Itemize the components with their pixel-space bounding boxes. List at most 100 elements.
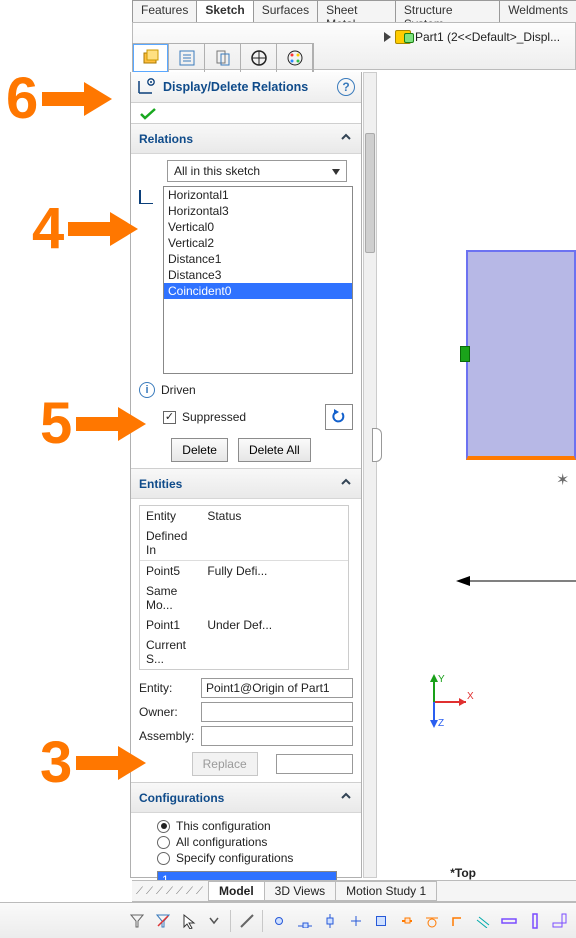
snap-horizontal-icon[interactable] xyxy=(499,910,519,932)
replace-field[interactable] xyxy=(276,754,353,774)
annotation-4: 4 xyxy=(32,200,128,258)
dimension-leader xyxy=(456,572,576,590)
collapse-icon[interactable] xyxy=(339,130,353,147)
help-icon[interactable]: ? xyxy=(337,78,355,96)
scrollbar[interactable] xyxy=(363,72,377,878)
relations-icon xyxy=(137,78,157,96)
pm-tab-property[interactable] xyxy=(169,44,205,72)
entities-table[interactable]: Entity Status Defined In Point5 Fully De… xyxy=(139,505,349,670)
relations-list[interactable]: Horizontal1 Horizontal3 Vertical0 Vertic… xyxy=(163,186,353,374)
panel-splitter[interactable] xyxy=(372,428,382,462)
snap-intersection-icon[interactable] xyxy=(371,910,391,932)
delete-button[interactable]: Delete xyxy=(171,438,228,462)
snap-perp-icon[interactable] xyxy=(448,910,468,932)
list-item[interactable]: Vertical0 xyxy=(164,219,352,235)
scroll-thumb[interactable] xyxy=(365,133,375,253)
filter-icon[interactable] xyxy=(128,910,148,932)
feature-tree-row[interactable]: Part1 (2<<Default>_Displ... xyxy=(384,30,560,44)
svg-text:X: X xyxy=(467,691,474,702)
radio-all-config[interactable]: All configurations xyxy=(157,835,353,849)
relation-glyph[interactable] xyxy=(460,346,470,362)
relations-scope-dropdown[interactable]: All in this sketch xyxy=(167,160,347,182)
tab-sketch[interactable]: Sketch xyxy=(196,0,253,22)
tab-structure-system[interactable]: Structure System xyxy=(395,0,500,22)
collapse-icon[interactable] xyxy=(339,789,353,806)
feature-tree-label[interactable]: Part1 (2<<Default>_Displ... xyxy=(415,30,560,44)
radio-all-label: All configurations xyxy=(176,835,267,849)
col-entity: Entity xyxy=(140,506,198,526)
snap-quadrant-icon[interactable] xyxy=(346,910,366,932)
chevron-down-icon[interactable] xyxy=(204,910,224,932)
pm-header: Display/Delete Relations ? xyxy=(131,72,361,103)
tab-features[interactable]: Features xyxy=(132,0,197,22)
snap-center-icon[interactable] xyxy=(320,910,340,932)
graphics-area[interactable]: ✶ xyxy=(392,150,576,874)
pm-tab-feature[interactable] xyxy=(133,44,169,72)
command-tabs: Features Sketch Surfaces Sheet Metal Str… xyxy=(132,0,576,22)
section-entities-header: Entities xyxy=(139,477,182,491)
list-item[interactable]: Vertical2 xyxy=(164,235,352,251)
pm-tab-appearance[interactable] xyxy=(277,44,313,72)
radio-this-config[interactable]: This configuration xyxy=(157,819,353,833)
annotation-5: 5 xyxy=(40,395,136,453)
driven-label: Driven xyxy=(161,383,196,397)
tab-surfaces[interactable]: Surfaces xyxy=(253,0,318,22)
list-item[interactable]: Distance3 xyxy=(164,267,352,283)
svg-text:Y: Y xyxy=(438,674,445,685)
entity-field[interactable]: Point1@Origin of Part1 xyxy=(201,678,353,698)
entity-label: Entity: xyxy=(139,681,201,695)
delete-all-button[interactable]: Delete All xyxy=(238,438,311,462)
property-manager-panel: Display/Delete Relations ? Relations All… xyxy=(130,72,362,878)
cell: Current S... xyxy=(140,635,206,669)
perpendicular-icon xyxy=(139,186,157,204)
tab-model[interactable]: Model xyxy=(208,881,265,901)
snap-hv-icon[interactable] xyxy=(550,910,570,932)
cell: Fully Defi... xyxy=(201,561,279,581)
snap-midpoint-icon[interactable] xyxy=(295,910,315,932)
expand-icon[interactable] xyxy=(384,32,391,42)
sketch-rectangle[interactable] xyxy=(466,250,576,460)
origin-marker: ✶ xyxy=(556,470,576,490)
snap-parallel-icon[interactable] xyxy=(474,910,494,932)
cell: Point5 xyxy=(140,561,198,581)
section-relations: Relations All in this sketch Horizontal1… xyxy=(131,123,361,468)
tab-3dviews[interactable]: 3D Views xyxy=(264,881,336,901)
view-triad[interactable]: X Y Z xyxy=(414,672,474,732)
undo-button[interactable] xyxy=(325,404,353,430)
list-item[interactable]: Distance1 xyxy=(164,251,352,267)
tab-sheetmetal[interactable]: Sheet Metal xyxy=(317,0,396,22)
pm-tab-config[interactable] xyxy=(205,44,241,72)
snap-tangent-icon[interactable] xyxy=(423,910,443,932)
radio-specify-label: Specify configurations xyxy=(176,851,293,865)
table-row[interactable]: Point5 Fully Defi... Same Mo... xyxy=(140,561,348,615)
tab-weldments[interactable]: Weldments xyxy=(499,0,576,22)
list-item[interactable]: Coincident0 xyxy=(164,283,352,299)
owner-field[interactable] xyxy=(201,702,353,722)
cell: Under Def... xyxy=(201,615,279,635)
assembly-field[interactable] xyxy=(201,726,353,746)
snap-nearest-icon[interactable] xyxy=(397,910,417,932)
cursor-icon[interactable] xyxy=(179,910,199,932)
line-tool-icon[interactable] xyxy=(237,910,257,932)
suppressed-checkbox[interactable]: ✓ xyxy=(163,411,176,424)
list-item[interactable]: Horizontal1 xyxy=(164,187,352,203)
sheet-tabs-scroll[interactable]: ⟋⟋⟋⟋⟋⟋⟋ xyxy=(132,886,209,897)
radio-specify-config[interactable]: Specify configurations xyxy=(157,851,353,865)
part-icon xyxy=(395,30,411,44)
snap-point-icon[interactable] xyxy=(269,910,289,932)
snap-vertical-icon[interactable] xyxy=(525,910,545,932)
suppressed-label: Suppressed xyxy=(182,410,246,424)
col-status: Status xyxy=(201,506,279,526)
collapse-icon[interactable] xyxy=(339,475,353,492)
cell: Point1 xyxy=(140,615,198,635)
pm-tab-dimxpert[interactable] xyxy=(241,44,277,72)
filter-clear-icon[interactable] xyxy=(153,910,173,932)
pm-title: Display/Delete Relations xyxy=(163,80,331,94)
relations-scope-value: All in this sketch xyxy=(174,164,260,178)
list-item[interactable]: Horizontal3 xyxy=(164,203,352,219)
annotation-3: 3 xyxy=(40,734,136,792)
col-defined: Defined In xyxy=(140,526,206,560)
table-row[interactable]: Point1 Under Def... Current S... xyxy=(140,615,348,669)
ok-button[interactable] xyxy=(131,103,361,123)
tab-motion-study[interactable]: Motion Study 1 xyxy=(335,881,437,901)
